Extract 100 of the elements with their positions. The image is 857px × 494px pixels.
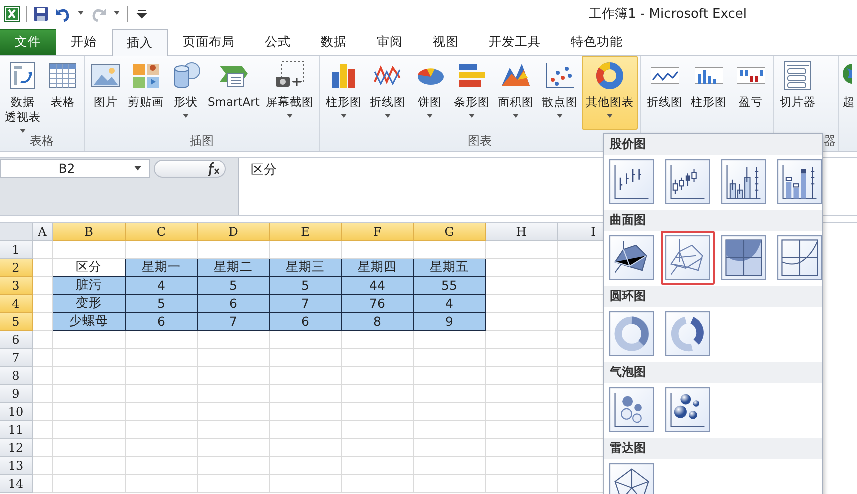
column-header[interactable]: B xyxy=(53,223,126,241)
table-cell: 5 xyxy=(198,277,270,295)
ribbon-button[interactable]: 柱形图 xyxy=(686,56,731,130)
file-tab[interactable]: 文件 xyxy=(0,29,56,55)
table-cell: 4 xyxy=(126,277,198,295)
name-box[interactable]: B2 xyxy=(0,159,150,178)
empty-cell xyxy=(270,439,342,457)
ribbon-tab[interactable]: 审阅 xyxy=(362,29,418,55)
empty-cell xyxy=(126,403,198,421)
ribbon-button[interactable]: 剪贴画 xyxy=(125,56,167,130)
row-header[interactable]: 8 xyxy=(0,367,33,385)
empty-cell xyxy=(342,439,414,457)
column-header[interactable]: A xyxy=(33,223,53,241)
ribbon-button[interactable]: 屏幕截图 xyxy=(262,56,317,130)
bubble-chart-icon xyxy=(609,387,655,433)
empty-cell xyxy=(270,349,342,367)
row-header[interactable]: 6 xyxy=(0,331,33,349)
empty-cell xyxy=(414,457,486,475)
ribbon-button[interactable]: 切片器 xyxy=(776,56,820,130)
empty-cell xyxy=(342,367,414,385)
table-cell: 星期一 xyxy=(126,259,198,277)
column-header[interactable]: D xyxy=(198,223,270,241)
empty-cell xyxy=(414,331,486,349)
ribbon-tab[interactable]: 数据 xyxy=(306,29,362,55)
ribbon-button[interactable]: 表格 xyxy=(44,56,82,130)
column-header[interactable]: F xyxy=(342,223,414,241)
row-header[interactable]: 7 xyxy=(0,349,33,367)
row-header[interactable]: 4 xyxy=(0,295,33,313)
wireframe-surface-icon xyxy=(665,235,711,281)
empty-cell xyxy=(126,367,198,385)
ribbon-button[interactable]: 折线图 xyxy=(642,56,687,130)
ribbon-button[interactable]: 数据 透视表 xyxy=(2,56,44,130)
ribbon-button[interactable]: 形状 xyxy=(167,56,205,130)
empty-cell xyxy=(342,331,414,349)
table-cell: 5 xyxy=(126,295,198,313)
column-header[interactable]: C xyxy=(126,223,198,241)
table-cell: 区分 xyxy=(53,259,126,277)
table-cell: 6 xyxy=(126,313,198,331)
ribbon-button[interactable]: 其他图表 xyxy=(582,56,638,130)
empty-cell xyxy=(342,349,414,367)
ribbon-tab[interactable]: 开发工具 xyxy=(474,29,556,55)
empty-cell xyxy=(198,457,270,475)
empty-cell xyxy=(342,475,414,493)
row-header[interactable]: 10 xyxy=(0,403,33,421)
empty-cell xyxy=(342,457,414,475)
row-header[interactable]: 2 xyxy=(0,259,33,277)
empty-cell xyxy=(198,475,270,493)
column-header[interactable]: H xyxy=(486,223,558,241)
empty-cell xyxy=(198,421,270,439)
empty-cell xyxy=(270,421,342,439)
slicer-icon xyxy=(782,60,814,92)
row-header[interactable]: 5 xyxy=(0,313,33,331)
row-header[interactable]: 9 xyxy=(0,385,33,403)
row-header[interactable]: 3 xyxy=(0,277,33,295)
section-heading: 股价图 xyxy=(604,134,822,155)
row-header[interactable]: 13 xyxy=(0,457,33,475)
empty-cell xyxy=(198,385,270,403)
table-cell: 6 xyxy=(198,295,270,313)
empty-cell xyxy=(414,367,486,385)
insert-function-button[interactable] xyxy=(154,160,226,178)
empty-cell xyxy=(270,367,342,385)
spreadsheet-logo-icon[interactable] xyxy=(4,6,20,22)
window-title: 工作簿1 - Microsoft Excel xyxy=(589,6,747,22)
ribbon-tab[interactable]: 视图 xyxy=(418,29,474,55)
table-cell: 7 xyxy=(198,313,270,331)
table-cell: 星期五 xyxy=(414,259,486,277)
table-cell: 9 xyxy=(414,313,486,331)
empty-cell xyxy=(126,475,198,493)
empty-cell xyxy=(342,403,414,421)
empty-cell xyxy=(126,349,198,367)
ribbon-button[interactable]: 折线图 xyxy=(366,56,410,130)
ribbon-button[interactable]: 散点图 xyxy=(538,56,582,130)
column-header[interactable]: G xyxy=(414,223,486,241)
ribbon-button[interactable]: 饼图 xyxy=(410,56,450,130)
ribbon-tab[interactable]: 开始 xyxy=(56,29,112,55)
ribbon-button[interactable]: SmartArt xyxy=(205,56,263,130)
table-cell: 脏污 xyxy=(53,277,126,295)
column-header[interactable]: E xyxy=(270,223,342,241)
row-header[interactable]: 12 xyxy=(0,439,33,457)
empty-cell xyxy=(270,403,342,421)
empty-cell xyxy=(414,475,486,493)
empty-cell xyxy=(270,331,342,349)
surface-chart-icon xyxy=(609,235,655,281)
row-header[interactable]: 14 xyxy=(0,475,33,493)
ribbon-button[interactable]: 面积图 xyxy=(494,56,538,130)
section-heading: 曲面图 xyxy=(604,210,822,231)
section-heading: 圆环图 xyxy=(604,286,822,307)
ribbon-tab[interactable]: 插入 xyxy=(112,29,168,56)
caret-icon xyxy=(113,11,121,16)
row-header[interactable]: 11 xyxy=(0,421,33,439)
row-header[interactable]: 1 xyxy=(0,241,33,259)
ribbon-tab[interactable]: 页面布局 xyxy=(168,29,250,55)
ribbon-button[interactable]: 柱形图 xyxy=(322,56,366,130)
ribbon-button[interactable]: 图片 xyxy=(87,56,125,130)
ribbon-tab[interactable]: 特色功能 xyxy=(556,29,638,55)
ribbon-button[interactable]: 超 xyxy=(840,56,856,130)
ribbon-button[interactable]: 条形图 xyxy=(450,56,494,130)
save-icon[interactable] xyxy=(33,6,49,22)
ribbon-button[interactable]: 盈亏 xyxy=(730,56,771,130)
ribbon-tab[interactable]: 公式 xyxy=(250,29,306,55)
